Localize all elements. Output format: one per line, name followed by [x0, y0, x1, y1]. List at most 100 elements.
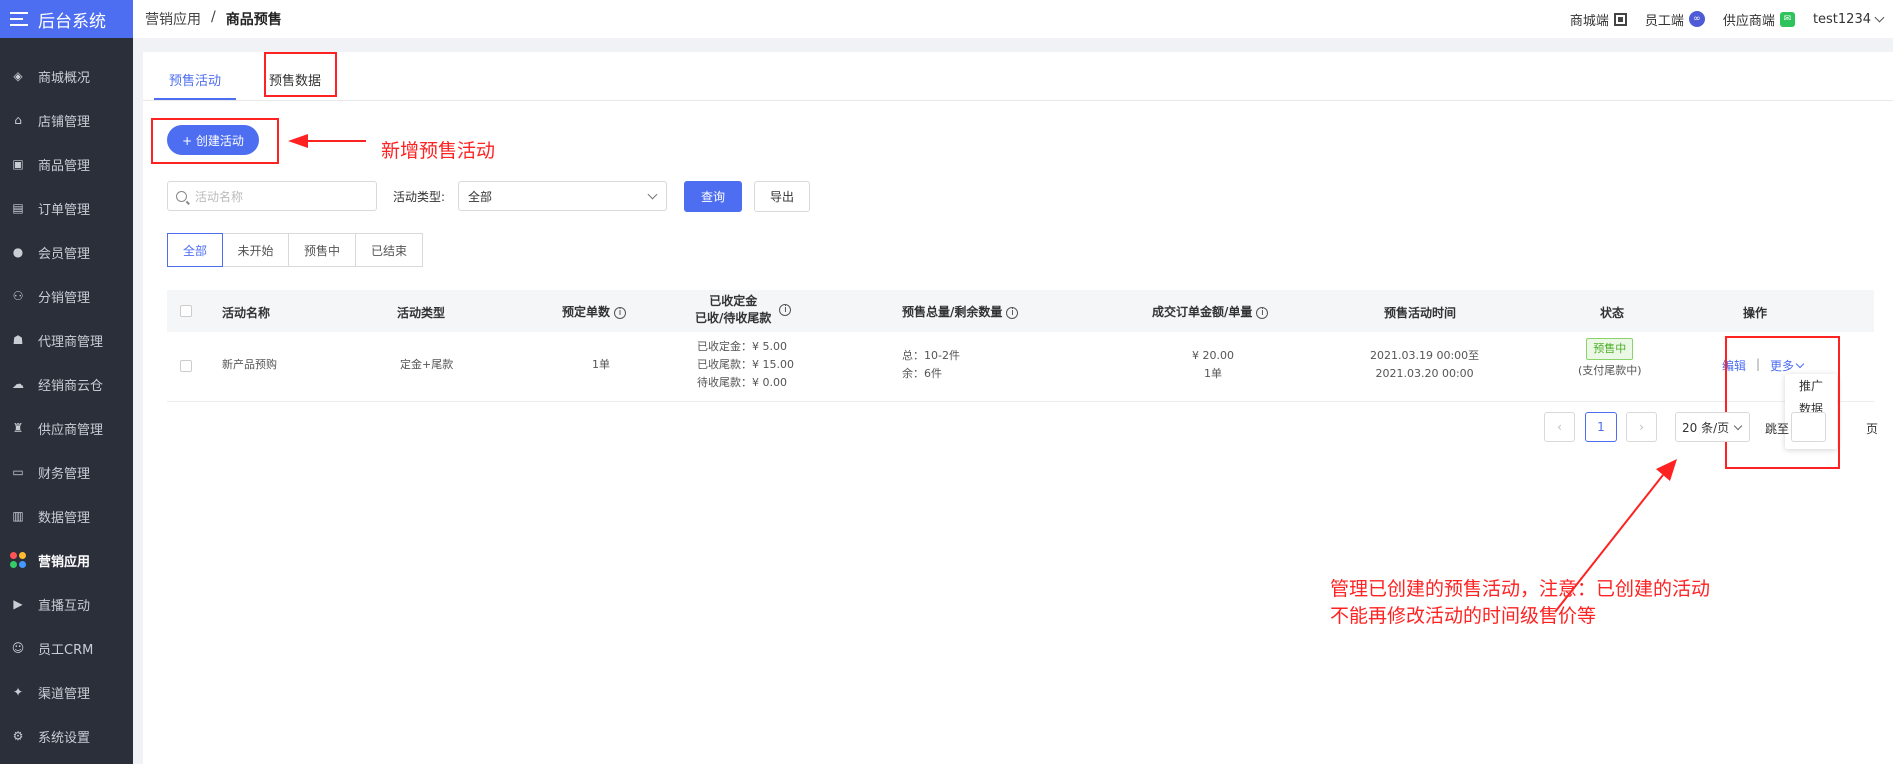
staff-link[interactable]: 员工端 ∞: [1645, 10, 1705, 29]
menu-toggle-icon[interactable]: [10, 12, 28, 26]
breadcrumb-separator: /: [211, 9, 216, 25]
bar-chart-icon: ▥: [12, 509, 24, 523]
sidebar-item-crm[interactable]: ☺ 员工CRM: [0, 626, 133, 670]
header-deposit: 已收定金 已收/待收尾款 i: [695, 293, 792, 327]
sidebar-item-dealer-cloud[interactable]: ☁ 经销商云仓: [0, 362, 133, 406]
chevron-down-icon: [647, 189, 658, 200]
export-button[interactable]: 导出: [754, 181, 810, 212]
select-all-checkbox[interactable]: [180, 305, 192, 317]
wechat-icon: ✉: [1779, 11, 1795, 27]
tab-presale-activities[interactable]: 预售活动: [169, 70, 221, 89]
header-deposit-line1: 已收定金: [709, 294, 758, 308]
header-deposit-line2: 已收/待收尾款: [695, 311, 772, 325]
arrow-annotation-create: [288, 134, 366, 148]
sidebar-item-products[interactable]: ▣ 商品管理: [0, 142, 133, 186]
highlight-box-ops: [1725, 336, 1840, 469]
next-page-button[interactable]: ›: [1626, 412, 1657, 442]
layers-icon: ◈: [13, 69, 23, 83]
status-badge: 预售中: [1586, 338, 1634, 360]
header-name: 活动名称: [222, 306, 271, 320]
annotation-create-text: 新增预售活动: [381, 140, 496, 162]
page-size-select[interactable]: 20 条/页: [1675, 412, 1750, 442]
header-orders: 预定单数 i: [562, 303, 627, 320]
gear-icon: ⚙: [12, 729, 24, 743]
sidebar-item-store[interactable]: ⌂ 店铺管理: [0, 98, 133, 142]
header-time: 预售活动时间: [1384, 306, 1457, 320]
video-icon: ▶: [13, 597, 23, 611]
highlight-box-data-tab: [264, 52, 337, 97]
sidebar-item-finance[interactable]: ▭ 财务管理: [0, 450, 133, 494]
status-tab-ended[interactable]: 已结束: [355, 233, 423, 267]
info-icon[interactable]: i: [1256, 306, 1269, 319]
info-icon[interactable]: i: [614, 306, 627, 319]
cell-status: 预售中 (支付尾款中): [1578, 338, 1642, 380]
status-filter-tabs: 全部 未开始 预售中 已结束: [167, 233, 423, 267]
activity-type-label: 活动类型:: [393, 190, 446, 204]
sidebar-item-overview[interactable]: ◈ 商城概况: [0, 54, 133, 98]
header-ops: 操作: [1743, 306, 1768, 320]
sidebar-item-data[interactable]: ▥ 数据管理: [0, 494, 133, 538]
wallet-icon: ▭: [12, 465, 24, 479]
status-tab-presale[interactable]: 预售中: [288, 233, 356, 267]
supplier-link[interactable]: 供应商端 ✉: [1723, 10, 1795, 29]
page-1-button[interactable]: 1: [1585, 412, 1617, 442]
cell-type: 定金+尾款: [400, 358, 454, 371]
cell-time: 2021.03.19 00:00至 2021.03.20 00:00: [1370, 349, 1480, 380]
table-row: 新产品预购 定金+尾款 1单 已收定金：¥ 5.00 已收尾款：¥ 15.00 …: [167, 332, 1874, 402]
qrcode-icon: [1613, 12, 1627, 26]
header-status: 状态: [1600, 306, 1625, 320]
sidebar-item-marketing[interactable]: 营销应用: [0, 538, 133, 582]
row-checkbox[interactable]: [180, 360, 192, 372]
jump-page-input[interactable]: [1791, 412, 1826, 442]
search-input[interactable]: 活动名称: [167, 181, 377, 211]
info-icon[interactable]: i: [779, 304, 792, 316]
sidebar-item-suppliers[interactable]: ♜ 供应商管理: [0, 406, 133, 450]
cell-stock: 总：10-2件 余：6件: [902, 349, 960, 380]
page-suffix-label: 页: [1866, 422, 1879, 436]
sidebar-item-members[interactable]: ● 会员管理: [0, 230, 133, 274]
supplier-icon: ♜: [12, 421, 24, 435]
user-icon: ●: [12, 245, 24, 259]
sidebar-item-agents[interactable]: ☗ 代理商管理: [0, 318, 133, 362]
staff-icon: ☺: [11, 641, 25, 655]
link-icon: ∞: [1688, 11, 1705, 27]
header-amount: 成交订单金额/单量 i: [1152, 303, 1269, 320]
cell-orders: 1单: [592, 358, 610, 371]
query-button[interactable]: 查询: [684, 181, 742, 212]
users-icon: ⚇: [12, 289, 24, 303]
main-content: 预售活动 预售数据 + 创建活动 新增预售活动 活动名称 活动类型: 全部 查询…: [143, 52, 1893, 764]
top-bar: 营销应用 / 商品预售 商城端 员工端 ∞ 供应商端 ✉ test1234: [133, 0, 1893, 38]
user-menu[interactable]: test1234: [1813, 12, 1885, 27]
search-icon: [176, 190, 187, 202]
sidebar: 后台系统 ◈ 商城概况 ⌂ 店铺管理 ▣ 商品管理 ▤ 订单管理 ● 会员管理 ⚇ 分销管理…: [0, 0, 133, 764]
mall-link[interactable]: 商城端: [1570, 10, 1627, 29]
status-sub: (支付尾款中): [1578, 364, 1642, 377]
sidebar-item-channels[interactable]: ✦ 渠道管理: [0, 670, 133, 714]
basket-icon: ⌂: [14, 113, 22, 127]
breadcrumb-parent[interactable]: 营销应用: [145, 9, 201, 29]
chevron-down-icon: [1874, 12, 1885, 22]
sidebar-item-live[interactable]: ▶ 直播互动: [0, 582, 133, 626]
sidebar-item-settings[interactable]: ⚙ 系统设置: [0, 714, 133, 758]
chevron-down-icon: [1733, 421, 1743, 431]
activity-type-select[interactable]: 全部: [458, 181, 667, 211]
cloud-icon: ☁: [12, 377, 24, 391]
annotation-manage-text: 管理已创建的预售活动，注意：已创建的活动 不能再修改活动的时间级售价等: [1330, 578, 1711, 627]
status-tab-not-started[interactable]: 未开始: [222, 233, 289, 267]
header-type: 活动类型: [397, 306, 446, 320]
info-icon[interactable]: i: [1006, 306, 1019, 319]
group-icon: ☗: [12, 333, 24, 347]
jump-label: 跳至: [1765, 422, 1790, 436]
app-title: 后台系统: [38, 11, 106, 32]
sidebar-item-distribution[interactable]: ⚇ 分销管理: [0, 274, 133, 318]
breadcrumb-current: 商品预售: [225, 12, 282, 28]
cell-amount: ¥ 20.00 1单: [1192, 349, 1234, 380]
create-activity-button[interactable]: + 创建活动: [167, 125, 259, 155]
app-brand[interactable]: 后台系统: [0, 0, 133, 38]
channel-icon: ✦: [12, 685, 24, 699]
status-tab-all[interactable]: 全部: [167, 233, 223, 267]
breadcrumb: 营销应用 / 商品预售: [145, 9, 282, 29]
prev-page-button[interactable]: ‹: [1544, 412, 1575, 442]
sidebar-item-orders[interactable]: ▤ 订单管理: [0, 186, 133, 230]
header-stock: 预售总量/剩余数量 i: [902, 303, 1019, 320]
